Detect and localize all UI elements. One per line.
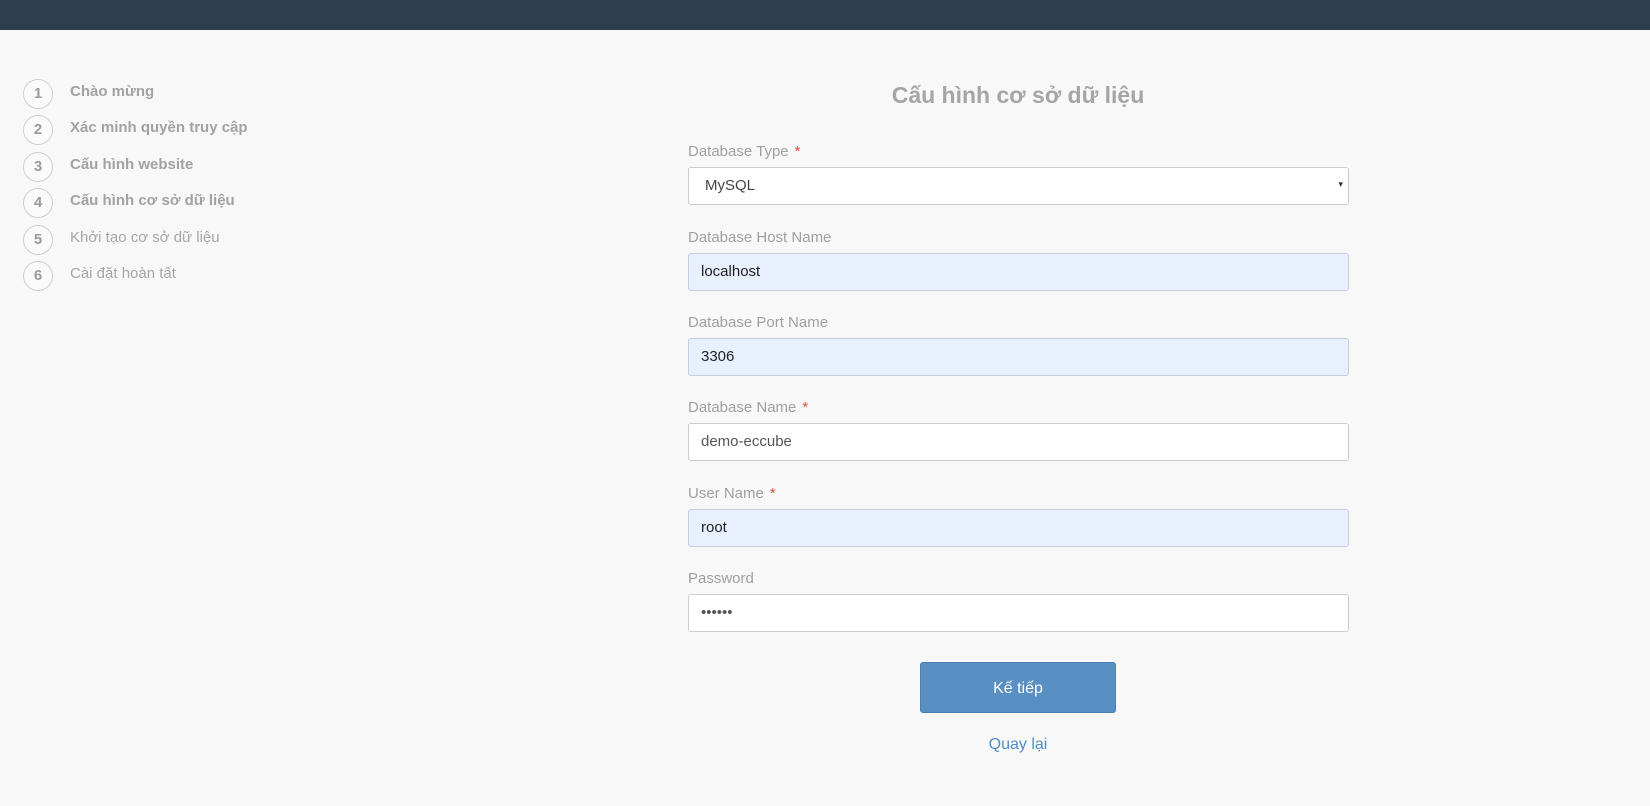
password-label: Password: [688, 570, 754, 587]
step-label: Cài đặt hoàn tất: [70, 265, 176, 282]
step-install-complete: 6 Cài đặt hoàn tất: [23, 261, 423, 291]
database-name-label: Database Name *: [688, 399, 809, 416]
user-name-value: root: [701, 519, 727, 536]
step-number: 5: [23, 225, 53, 255]
step-database-config: 4 Cấu hình cơ sở dữ liệu: [23, 188, 423, 218]
step-number: 4: [23, 188, 53, 218]
database-port-label: Database Port Name: [688, 314, 829, 331]
step-database-init: 5 Khởi tạo cơ sở dữ liệu: [23, 225, 423, 255]
password-input[interactable]: ••••••: [688, 594, 1349, 632]
database-type-select[interactable]: MySQL ▾: [688, 167, 1349, 205]
step-number: 1: [23, 79, 53, 109]
chevron-down-icon: ▾: [1338, 179, 1343, 189]
required-mark: *: [802, 399, 809, 416]
step-number: 6: [23, 261, 53, 291]
top-bar: [0, 0, 1650, 30]
password-value: ••••••: [701, 604, 733, 621]
user-name-label: User Name *: [688, 485, 776, 502]
step-website-config: 3 Cấu hình website: [23, 152, 423, 182]
database-name-value: demo-eccube: [701, 433, 792, 450]
user-name-input[interactable]: root: [688, 509, 1349, 547]
page-title: Cấu hình cơ sở dữ liệu: [891, 82, 1145, 108]
database-host-input[interactable]: localhost: [688, 253, 1349, 291]
step-number: 3: [23, 152, 53, 182]
database-type-value: MySQL: [705, 177, 756, 194]
step-label: Cấu hình website: [70, 156, 194, 173]
database-type-label: Database Type *: [688, 143, 801, 160]
step-access-verification: 2 Xác minh quyền truy cập: [23, 115, 423, 145]
step-label: Chào mừng: [70, 83, 155, 100]
database-host-label: Database Host Name: [688, 229, 832, 246]
database-port-value: 3306: [701, 348, 735, 365]
step-label: Cấu hình cơ sở dữ liệu: [70, 192, 235, 209]
step-welcome: 1 Chào mừng: [23, 79, 423, 109]
back-link[interactable]: Quay lại: [920, 736, 1116, 754]
required-mark: *: [769, 485, 776, 502]
database-port-input[interactable]: 3306: [688, 338, 1349, 376]
step-number: 2: [23, 115, 53, 145]
step-label: Xác minh quyền truy cập: [70, 119, 248, 136]
step-label: Khởi tạo cơ sở dữ liệu: [70, 229, 220, 246]
next-button[interactable]: Kế tiếp: [920, 662, 1116, 713]
database-host-value: localhost: [701, 263, 761, 280]
required-mark: *: [794, 143, 801, 160]
database-name-input[interactable]: demo-eccube: [688, 423, 1349, 461]
